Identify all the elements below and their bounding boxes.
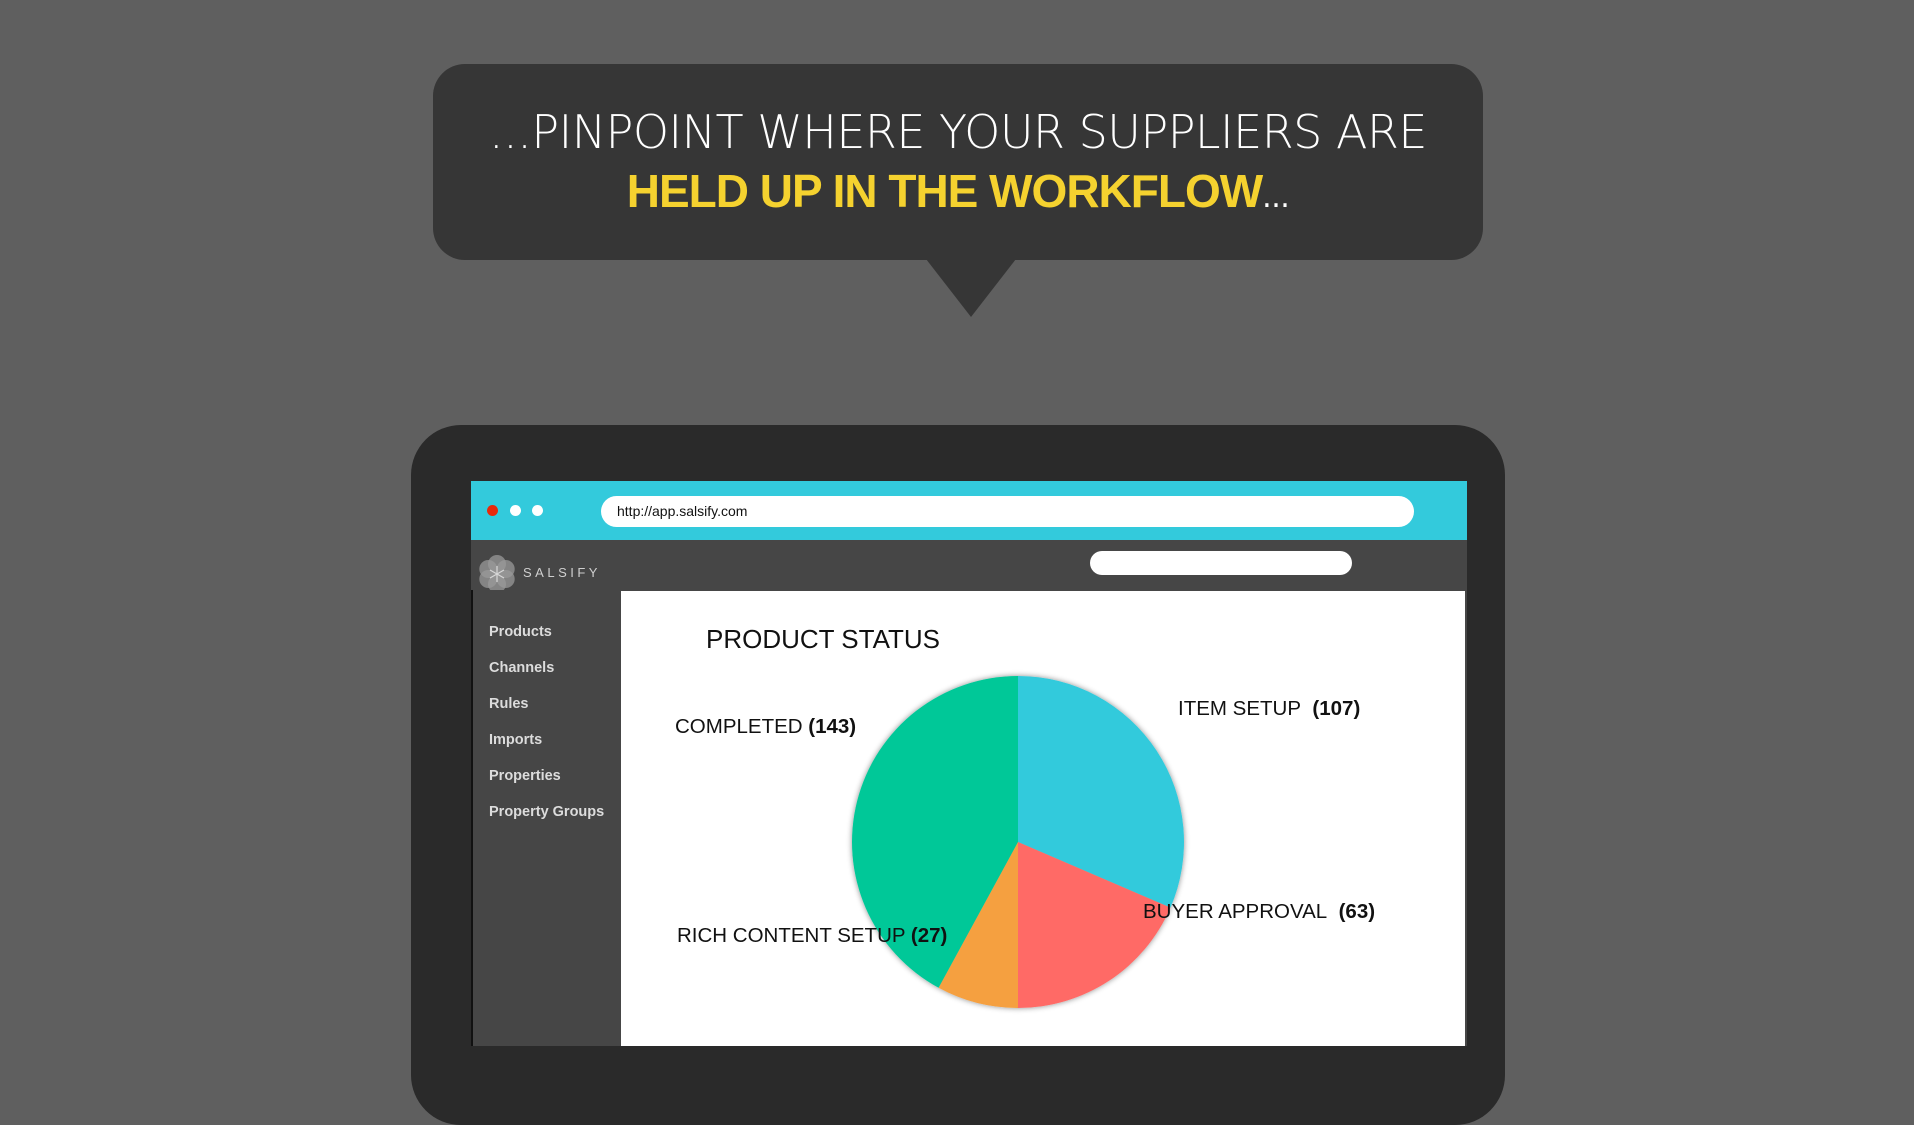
minimize-window-dot-icon[interactable]	[510, 505, 521, 516]
sidebar-item-products[interactable]: Products	[489, 624, 552, 640]
sidebar-item-imports[interactable]: Imports	[489, 732, 542, 748]
label-rich-content-setup-value: (27)	[910, 924, 948, 947]
label-item-setup-name: ITEM SETUP	[1178, 697, 1302, 720]
label-item-setup: ITEM SETUP (107)	[1178, 697, 1360, 721]
headline-line-1: ...PINPOINT WHERE YOUR SUPPLIERS ARE	[489, 105, 1427, 159]
speech-bubble-tail	[926, 259, 1016, 317]
label-rich-content-setup: RICH CONTENT SETUP (27)	[677, 924, 947, 948]
label-buyer-approval-value: (63)	[1338, 900, 1376, 923]
label-completed: COMPLETED (143)	[675, 715, 856, 739]
sidebar-item-property-groups[interactable]: Property Groups	[489, 804, 604, 820]
browser-toolbar: http://app.salsify.com	[471, 481, 1467, 540]
dashboard-content: PRODUCT STATUS ITEM SETUP (107) BUYER AP…	[621, 591, 1465, 1046]
sidebar-item-channels[interactable]: Channels	[489, 660, 554, 676]
sidebar: Products Channels Rules Imports Properti…	[471, 590, 621, 1046]
search-input[interactable]	[1090, 551, 1352, 575]
product-status-pie-chart	[852, 676, 1184, 1008]
salsify-logo-icon	[479, 555, 515, 593]
headline-line-2: HELD UP IN THE WORKFLOW...	[433, 163, 1483, 226]
maximize-window-dot-icon[interactable]	[532, 505, 543, 516]
sidebar-item-properties[interactable]: Properties	[489, 768, 561, 784]
label-buyer-approval: BUYER APPROVAL (63)	[1143, 900, 1375, 924]
sidebar-item-rules[interactable]: Rules	[489, 696, 529, 712]
address-bar[interactable]: http://app.salsify.com	[601, 496, 1414, 527]
logo-wordmark: SALSIFY	[523, 565, 601, 580]
label-rich-content-setup-name: RICH CONTENT SETUP	[677, 924, 906, 947]
headline-ellipsis: ...	[1262, 180, 1290, 215]
label-completed-value: (143)	[808, 715, 857, 738]
label-buyer-approval-name: BUYER APPROVAL	[1143, 900, 1328, 923]
label-item-setup-value: (107)	[1312, 697, 1361, 720]
headline-highlight: HELD UP IN THE WORKFLOW	[626, 165, 1263, 217]
close-window-dot-icon[interactable]	[487, 505, 498, 516]
browser-window: http://app.salsify.com SALSIFY Products …	[471, 481, 1467, 1046]
speech-bubble	[433, 64, 1483, 260]
label-completed-name: COMPLETED	[675, 715, 803, 738]
